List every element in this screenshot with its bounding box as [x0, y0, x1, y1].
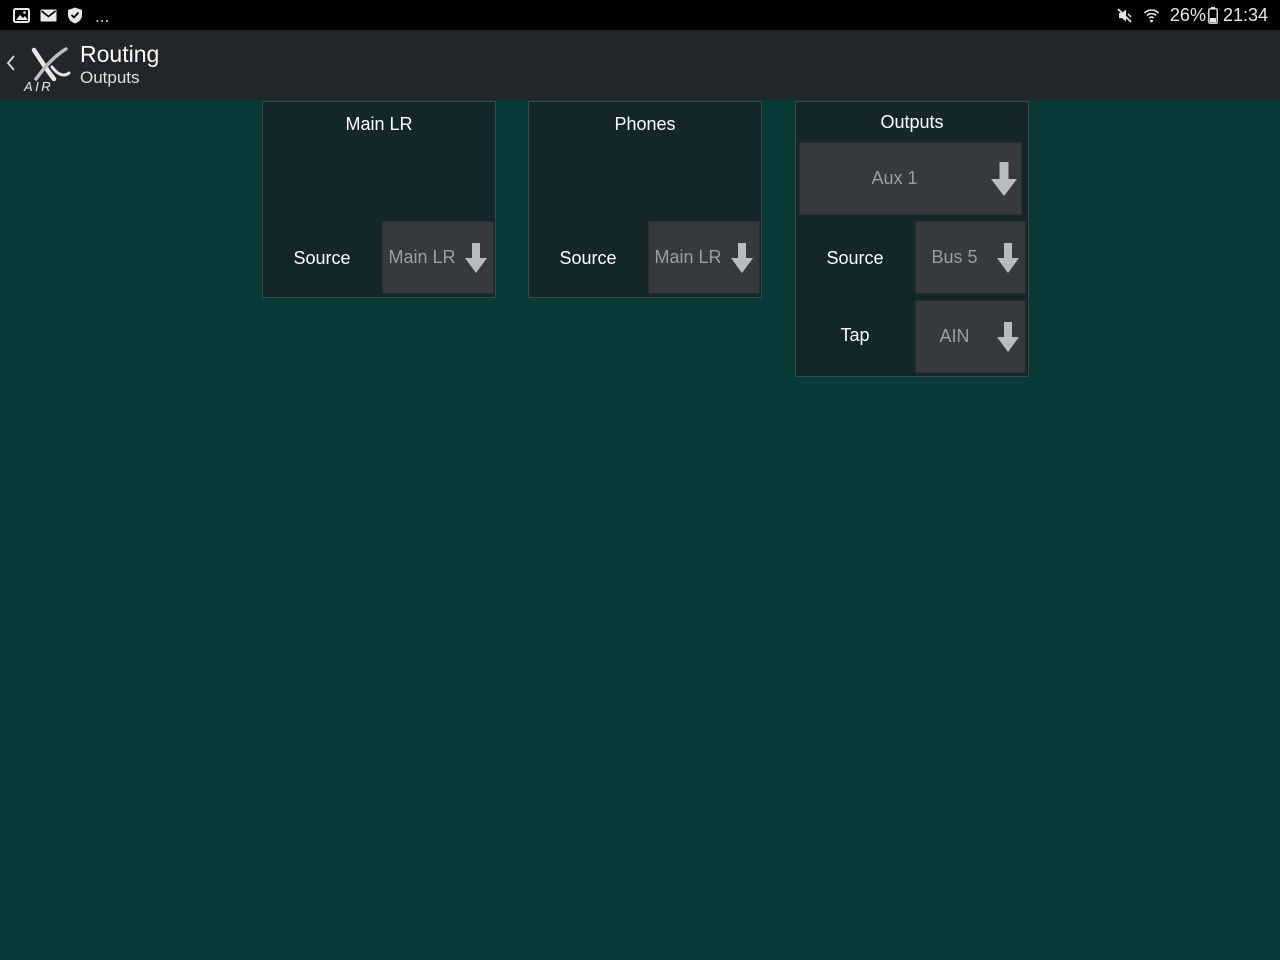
- outputs-tap-label: Tap: [840, 325, 870, 345]
- outputs-source-label: Source: [826, 248, 884, 268]
- arrow-down-icon: [989, 161, 1019, 197]
- arrow-down-icon: [993, 319, 1023, 355]
- phones-title: Phones: [614, 114, 676, 134]
- mute-icon: [1116, 6, 1134, 24]
- main-lr-source-label: Source: [293, 248, 351, 268]
- overflow-indicator: ...: [95, 7, 110, 26]
- main-lr-title: Main LR: [345, 114, 413, 134]
- battery-icon: [1208, 6, 1219, 24]
- main-lr-panel: Main LR Source Main LR: [262, 101, 496, 298]
- phones-source-select[interactable]: Main LR: [648, 221, 760, 294]
- clock: 21:34: [1222, 4, 1268, 25]
- mail-icon: [39, 6, 57, 24]
- app-bar: AIR Routing Outputs: [0, 30, 1280, 100]
- main-lr-source-select[interactable]: Main LR: [382, 221, 494, 294]
- shield-icon: [66, 6, 84, 24]
- logo-text: AIR: [23, 79, 53, 94]
- back-button[interactable]: [0, 30, 22, 100]
- outputs-panel: Outputs Aux 1 Source Bus 5 Tap AIN: [795, 101, 1029, 377]
- status-bar-right: 26% 21:34: [1116, 5, 1268, 26]
- outputs-source-select[interactable]: Bus 5: [915, 221, 1026, 294]
- page-title: Routing: [80, 41, 160, 67]
- main-lr-source-value: Main LR: [388, 247, 456, 267]
- output-channel-select[interactable]: Aux 1: [799, 142, 1022, 215]
- arrow-down-icon: [993, 240, 1023, 276]
- battery-percentage: 26%: [1169, 4, 1206, 25]
- status-bar: ... 26% 21:34: [0, 0, 1280, 30]
- outputs-source-value: Bus 5: [931, 247, 978, 267]
- title-block: Routing Outputs: [80, 41, 159, 89]
- outputs-title: Outputs: [880, 112, 944, 132]
- outputs-tap-value: AIN: [939, 326, 970, 346]
- wifi-icon: [1143, 6, 1161, 24]
- output-channel-value: Aux 1: [871, 168, 918, 188]
- page-subtitle: Outputs: [80, 68, 140, 87]
- arrow-down-icon: [727, 240, 757, 276]
- outputs-tap-select[interactable]: AIN: [915, 300, 1026, 373]
- arrow-down-icon: [461, 240, 491, 276]
- image-icon: [12, 6, 30, 24]
- status-bar-left: ...: [12, 6, 110, 26]
- x-air-logo: AIR: [22, 35, 74, 95]
- chevron-left-icon: [6, 51, 16, 79]
- phones-panel: Phones Source Main LR: [528, 101, 762, 298]
- phones-source-label: Source: [559, 248, 617, 268]
- phones-source-value: Main LR: [654, 247, 722, 267]
